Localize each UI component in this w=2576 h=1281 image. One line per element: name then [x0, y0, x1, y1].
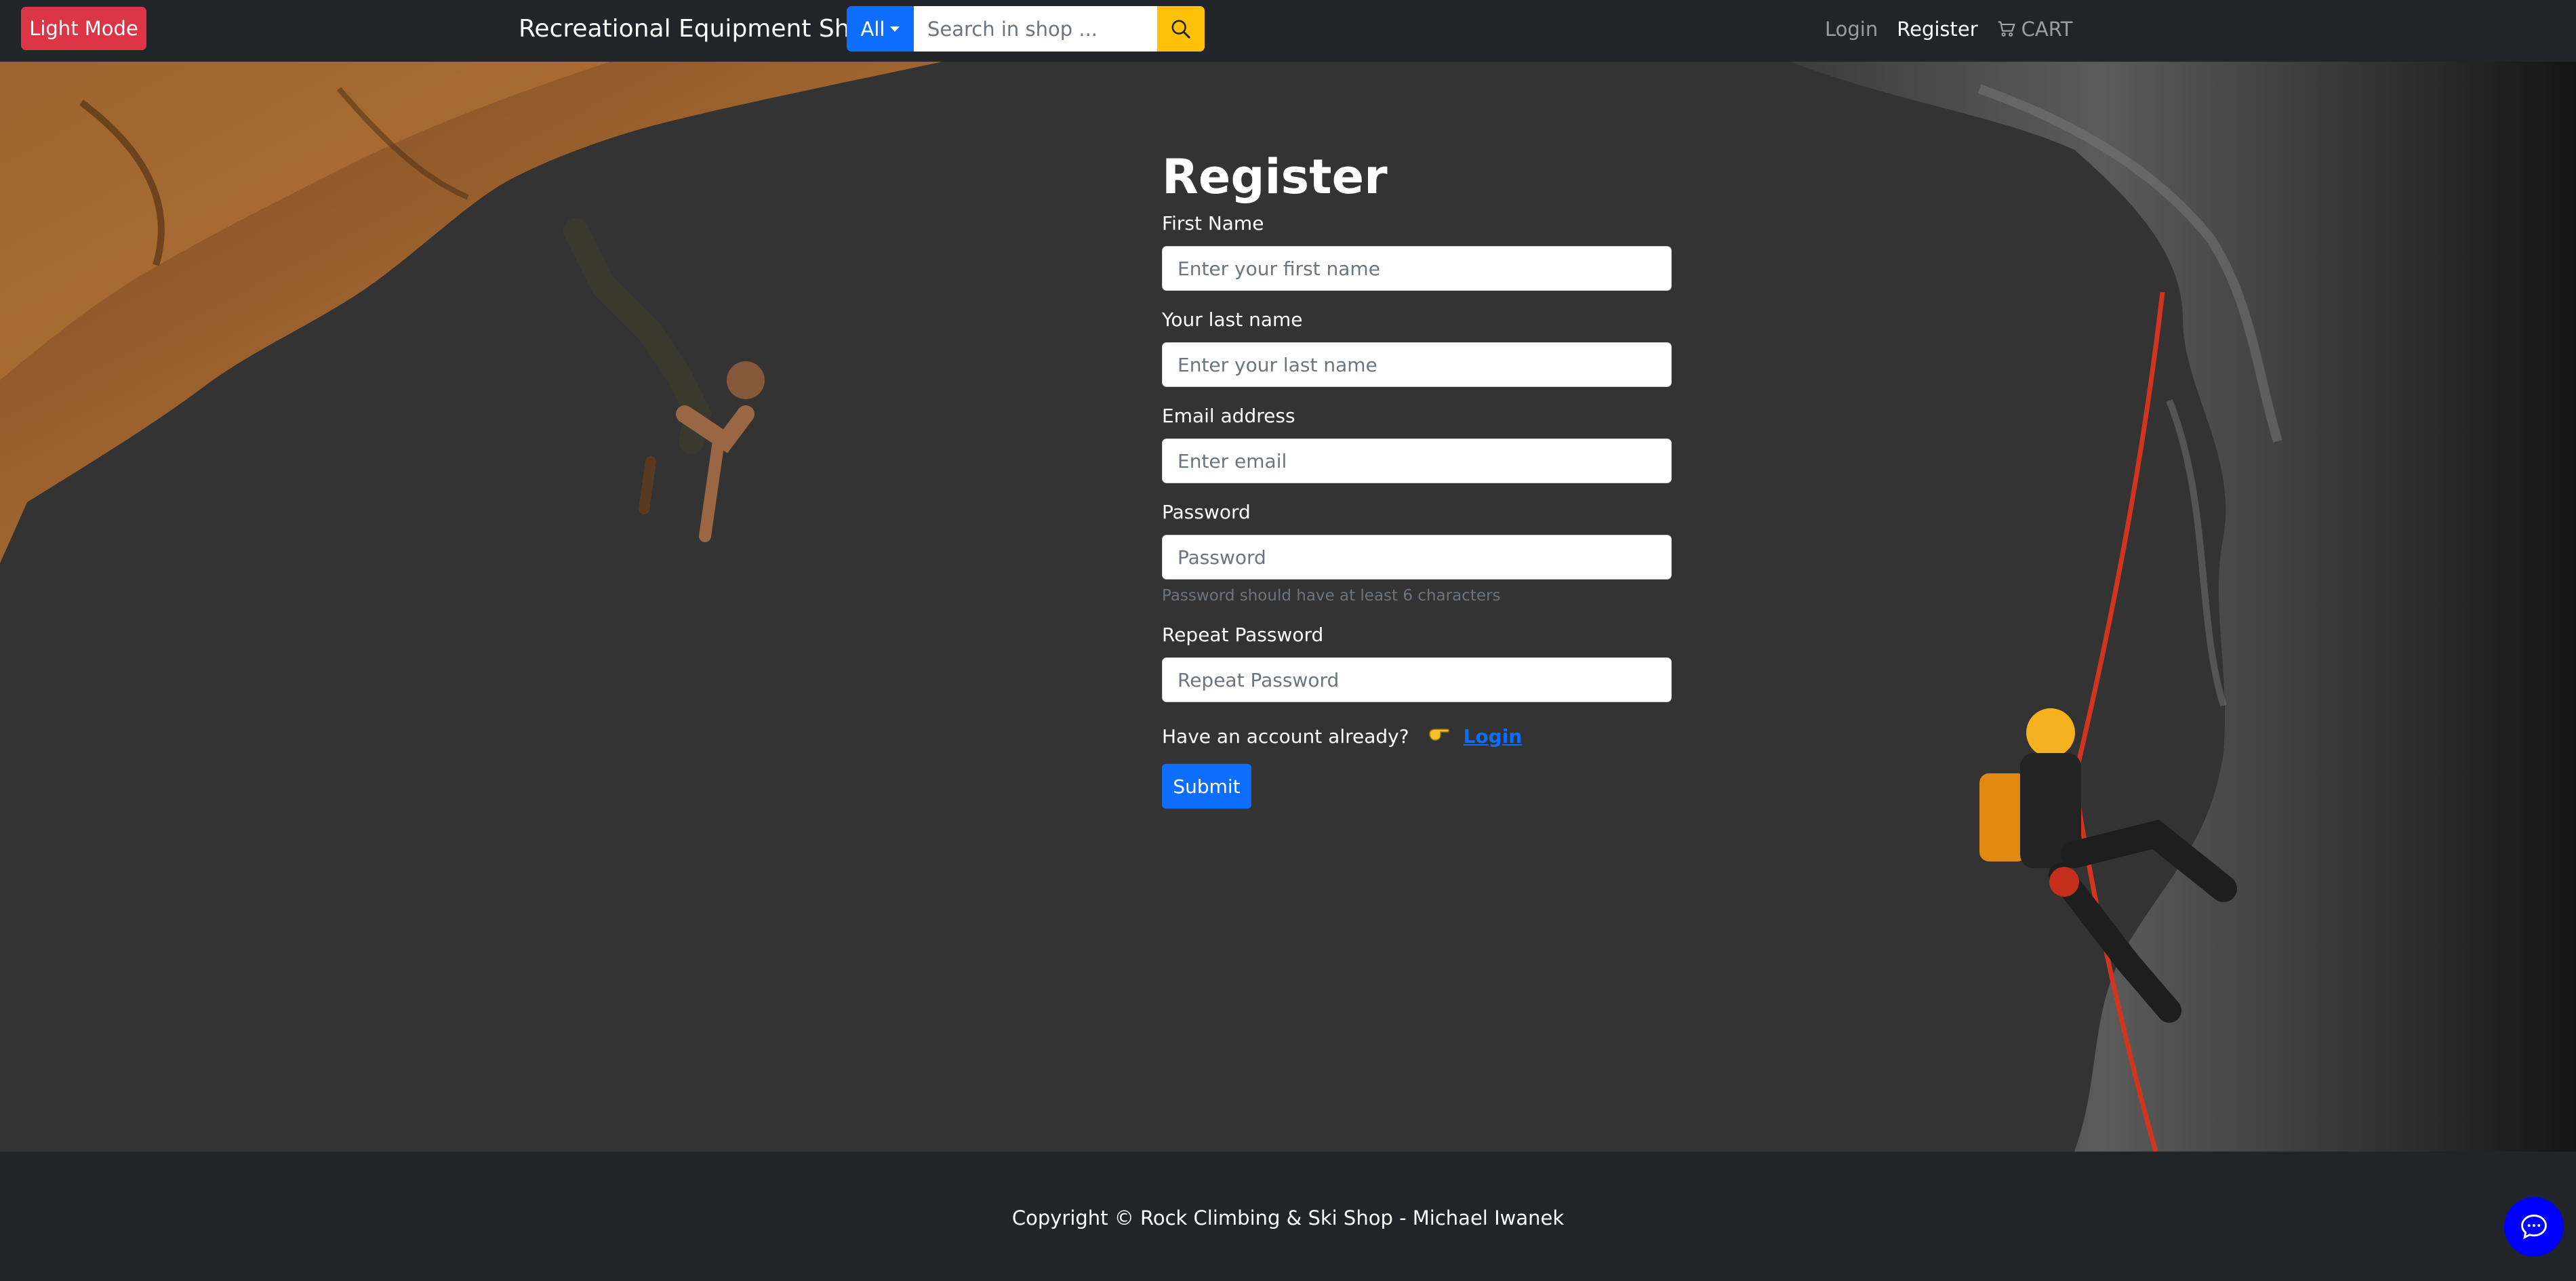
last-name-label: Your last name: [1162, 308, 1303, 331]
search-button[interactable]: [1157, 6, 1205, 52]
password-hint: Password should have at least 6 characte…: [1162, 587, 1501, 605]
email-field[interactable]: [1162, 439, 1672, 483]
repeat-password-label: Repeat Password: [1162, 624, 1324, 646]
search-category-dropdown[interactable]: All: [847, 6, 914, 52]
search-icon: [1171, 20, 1190, 39]
first-name-label: First Name: [1162, 212, 1264, 235]
email-label: Email address: [1162, 405, 1295, 427]
account-prompt-text: Have an account already?: [1162, 725, 1409, 748]
hand-pointing-right-icon: [1428, 725, 1451, 748]
climber-figure: [563, 218, 765, 542]
login-prompt-row: Have an account already? Login: [1162, 719, 1672, 753]
nav-cart-link[interactable]: CART: [1997, 18, 2073, 41]
last-name-field[interactable]: [1162, 342, 1672, 387]
navbar: Light Mode Recreational Equipment Shop A…: [0, 0, 2576, 62]
hero-background: Register First Name Your last name Email…: [0, 62, 2576, 1152]
chat-button[interactable]: [2504, 1197, 2564, 1257]
page-title: Register: [1162, 149, 1388, 205]
nav-register-link[interactable]: Register: [1897, 18, 1977, 41]
login-link[interactable]: Login: [1464, 725, 1523, 748]
register-form: Register First Name Your last name Email…: [1162, 144, 1672, 809]
footer-copyright: Copyright © Rock Climbing & Ski Shop - M…: [1011, 1206, 1565, 1229]
brand-title[interactable]: Recreational Equipment Shop: [519, 12, 880, 45]
search-category-label: All: [860, 17, 885, 41]
nav-links: Login Register CART: [1825, 14, 2073, 45]
search-group: All: [847, 6, 1205, 52]
submit-button[interactable]: Submit: [1162, 764, 1251, 809]
repeat-password-field[interactable]: [1162, 657, 1672, 702]
light-mode-button[interactable]: Light Mode: [21, 7, 146, 50]
cart-label: CART: [2021, 18, 2073, 41]
climber-overhang-image: [0, 62, 942, 563]
nav-login-link[interactable]: Login: [1825, 18, 1878, 41]
rappelling-climber-image: [1790, 62, 2576, 1152]
chevron-down-icon: [890, 26, 900, 32]
password-field[interactable]: [1162, 535, 1672, 580]
cart-icon: [1998, 21, 2015, 37]
password-label: Password: [1162, 501, 1251, 523]
search-input[interactable]: [914, 6, 1157, 52]
first-name-field[interactable]: [1162, 246, 1672, 291]
chat-bubble-icon: [2521, 1215, 2547, 1240]
